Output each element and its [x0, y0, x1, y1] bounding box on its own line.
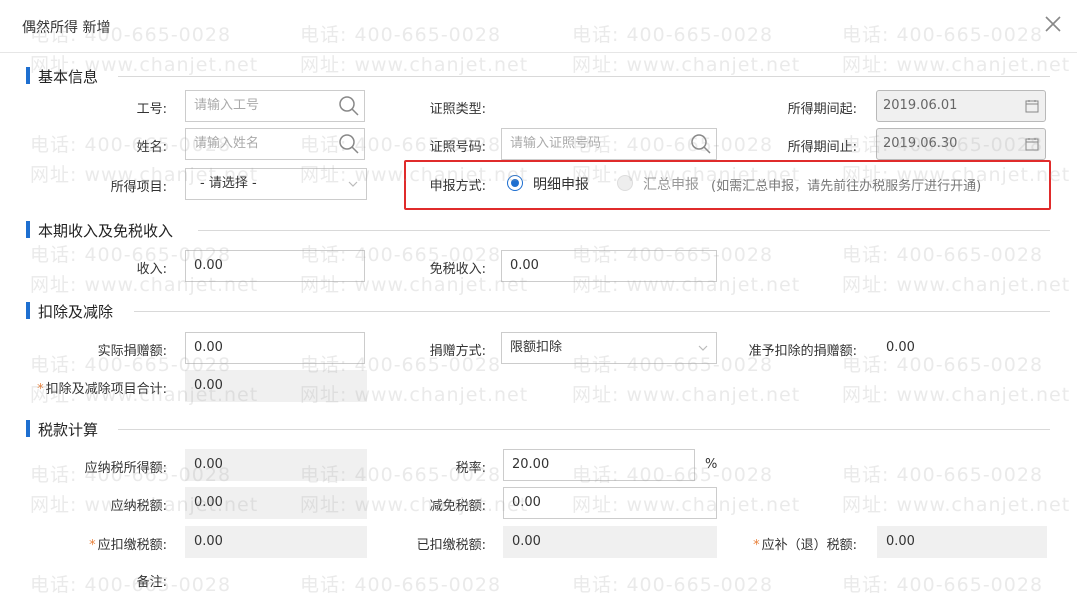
allowed-donation-label: 准予扣除的捐赠额: — [748, 344, 857, 359]
section-marker — [26, 221, 30, 238]
section-title-tax: 税款计算 — [38, 421, 99, 439]
section-marker — [26, 302, 30, 319]
section-divider — [118, 429, 1050, 430]
withholding-label: * 应扣缴税额: — [89, 538, 167, 553]
watermark-phone: 电话: 400-665-0028 — [572, 574, 774, 596]
section-divider — [198, 230, 1050, 231]
period-end-label: 所得期间止: — [787, 140, 857, 155]
tax-rate-input[interactable]: 20.00 — [503, 449, 695, 481]
calendar-icon[interactable] — [1025, 137, 1039, 151]
id-no-label: 证照号码: — [429, 140, 486, 155]
refund-label: * 应补（退）税额: — [753, 538, 857, 553]
section-marker — [26, 67, 30, 84]
dialog-title: 偶然所得 新增 — [22, 20, 111, 36]
watermark-phone: 电话: 400-665-0028 — [300, 574, 502, 596]
emp-no-input[interactable]: 请输入工号 — [185, 90, 365, 122]
watermark-phone: 电话: 400-665-0028 — [30, 574, 232, 596]
chevron-down-icon — [348, 181, 358, 187]
donation-method-label: 捐赠方式: — [429, 344, 486, 359]
donation-method-select[interactable]: 限额扣除 — [501, 332, 717, 364]
calendar-icon[interactable] — [1025, 99, 1039, 113]
tax-rate-label: 税率: — [455, 461, 486, 476]
period-start-input[interactable]: 2019.06.01 — [876, 90, 1046, 122]
radio-summary-declare-label[interactable]: 汇总申报 — [643, 174, 699, 194]
income-item-select[interactable]: - 请选择 - — [185, 168, 367, 200]
period-end-input[interactable]: 2019.06.30 — [876, 128, 1046, 160]
radio-detail-declare[interactable] — [507, 175, 523, 191]
id-type-label: 证照类型: — [429, 102, 486, 117]
search-icon[interactable] — [334, 129, 364, 159]
income-item-label: 所得项目: — [110, 180, 167, 195]
tax-payable-value: 0.00 — [185, 487, 367, 519]
donation-label: 实际捐赠额: — [97, 344, 167, 359]
watermark-site: 网址: www.chanjet.net — [842, 54, 1071, 76]
emp-no-label: 工号: — [136, 102, 167, 117]
remark-label: 备注: — [136, 575, 167, 590]
withheld-label: 已扣缴税额: — [416, 538, 486, 553]
search-icon[interactable] — [334, 91, 364, 121]
search-icon[interactable] — [686, 129, 716, 159]
dialog: 偶然所得 新增 基本信息 工号: 请输入工号 姓名: 请输入姓名 所得项目: -… — [0, 0, 1077, 605]
withheld-value: 0.00 — [503, 526, 717, 558]
taxable-income-label: 应纳税所得额: — [84, 461, 167, 476]
taxable-income-value: 0.00 — [185, 449, 367, 481]
watermark-site: 网址: www.chanjet.net — [842, 494, 1071, 516]
watermark-phone: 电话: 400-665-0028 — [842, 574, 1044, 596]
watermark-site: 网址: www.chanjet.net — [300, 54, 529, 76]
tax-payable-label: 应纳税额: — [110, 499, 167, 514]
exempt-income-label: 免税收入: — [429, 262, 486, 277]
section-title-deduction: 扣除及减除 — [38, 303, 114, 321]
name-label: 姓名: — [136, 140, 167, 155]
radio-summary-declare[interactable] — [617, 175, 633, 191]
chevron-down-icon — [698, 345, 708, 351]
radio-detail-declare-label[interactable]: 明细申报 — [533, 174, 589, 194]
name-input[interactable]: 请输入姓名 — [185, 128, 365, 160]
tax-relief-label: 减免税额: — [429, 499, 486, 514]
withholding-value: 0.00 — [185, 526, 367, 558]
deduction-total-label: * 扣除及减除项目合计: — [37, 382, 167, 397]
period-start-label: 所得期间起: — [787, 102, 857, 117]
watermark-site: 网址: www.chanjet.net — [572, 54, 801, 76]
refund-value: 0.00 — [877, 526, 1047, 558]
exempt-income-input[interactable]: 0.00 — [501, 250, 717, 282]
allowed-donation-value: 0.00 — [886, 340, 915, 355]
section-title-basic: 基本信息 — [38, 68, 99, 86]
watermark-phone: 电话: 400-665-0028 — [842, 354, 1044, 376]
income-input[interactable]: 0.00 — [185, 250, 365, 282]
declare-hint: (如需汇总申报，请先前往办税服务厅进行开通) — [711, 179, 982, 194]
section-title-income: 本期收入及免税收入 — [38, 222, 174, 240]
section-marker — [26, 420, 30, 437]
tax-rate-unit: % — [705, 457, 718, 472]
section-divider — [134, 311, 1050, 312]
watermark-site: 网址: www.chanjet.net — [842, 384, 1071, 406]
donation-input[interactable]: 0.00 — [185, 332, 365, 364]
declare-method-label: 申报方式: — [429, 179, 486, 194]
watermark-site: 网址: www.chanjet.net — [842, 274, 1071, 296]
watermark-phone: 电话: 400-665-0028 — [842, 464, 1044, 486]
section-divider — [118, 76, 1050, 77]
tax-relief-input[interactable]: 0.00 — [503, 487, 717, 519]
close-icon[interactable] — [1041, 12, 1065, 36]
deduction-total-value: 0.00 — [185, 370, 367, 402]
id-no-input[interactable]: 请输入证照号码 — [501, 128, 717, 160]
income-label: 收入: — [136, 262, 167, 277]
watermark-site: 网址: www.chanjet.net — [572, 384, 801, 406]
watermark-phone: 电话: 400-665-0028 — [842, 244, 1044, 266]
titlebar: 偶然所得 新增 — [0, 0, 1077, 53]
